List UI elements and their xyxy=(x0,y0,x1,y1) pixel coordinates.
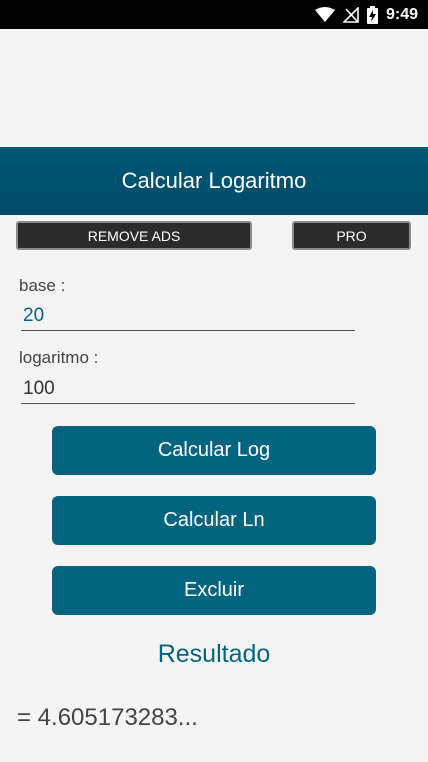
ad-banner-area xyxy=(0,29,428,147)
status-icons: 9:49 xyxy=(314,0,418,29)
status-bar: 9:49 xyxy=(0,0,428,29)
result-value: = 4.605173283... xyxy=(17,704,198,731)
excluir-button[interactable]: Excluir xyxy=(52,566,376,615)
base-input[interactable] xyxy=(21,301,355,331)
wifi-icon xyxy=(314,6,335,23)
calcular-log-button[interactable]: Calcular Log xyxy=(52,426,376,475)
remove-ads-button[interactable]: REMOVE ADS xyxy=(16,221,252,250)
pro-button[interactable]: PRO xyxy=(292,221,411,250)
base-label: base : xyxy=(19,276,66,295)
battery-charging-icon xyxy=(366,5,378,24)
logaritmo-input[interactable] xyxy=(21,374,355,404)
logaritmo-label: logaritmo : xyxy=(19,348,99,367)
calcular-ln-button[interactable]: Calcular Ln xyxy=(52,496,376,545)
result-title: Resultado xyxy=(157,640,271,668)
clock: 9:49 xyxy=(385,5,418,23)
no-signal-icon xyxy=(342,6,359,23)
page-title: Calcular Logaritmo xyxy=(121,168,307,193)
app-bar: Calcular Logaritmo xyxy=(0,147,428,215)
